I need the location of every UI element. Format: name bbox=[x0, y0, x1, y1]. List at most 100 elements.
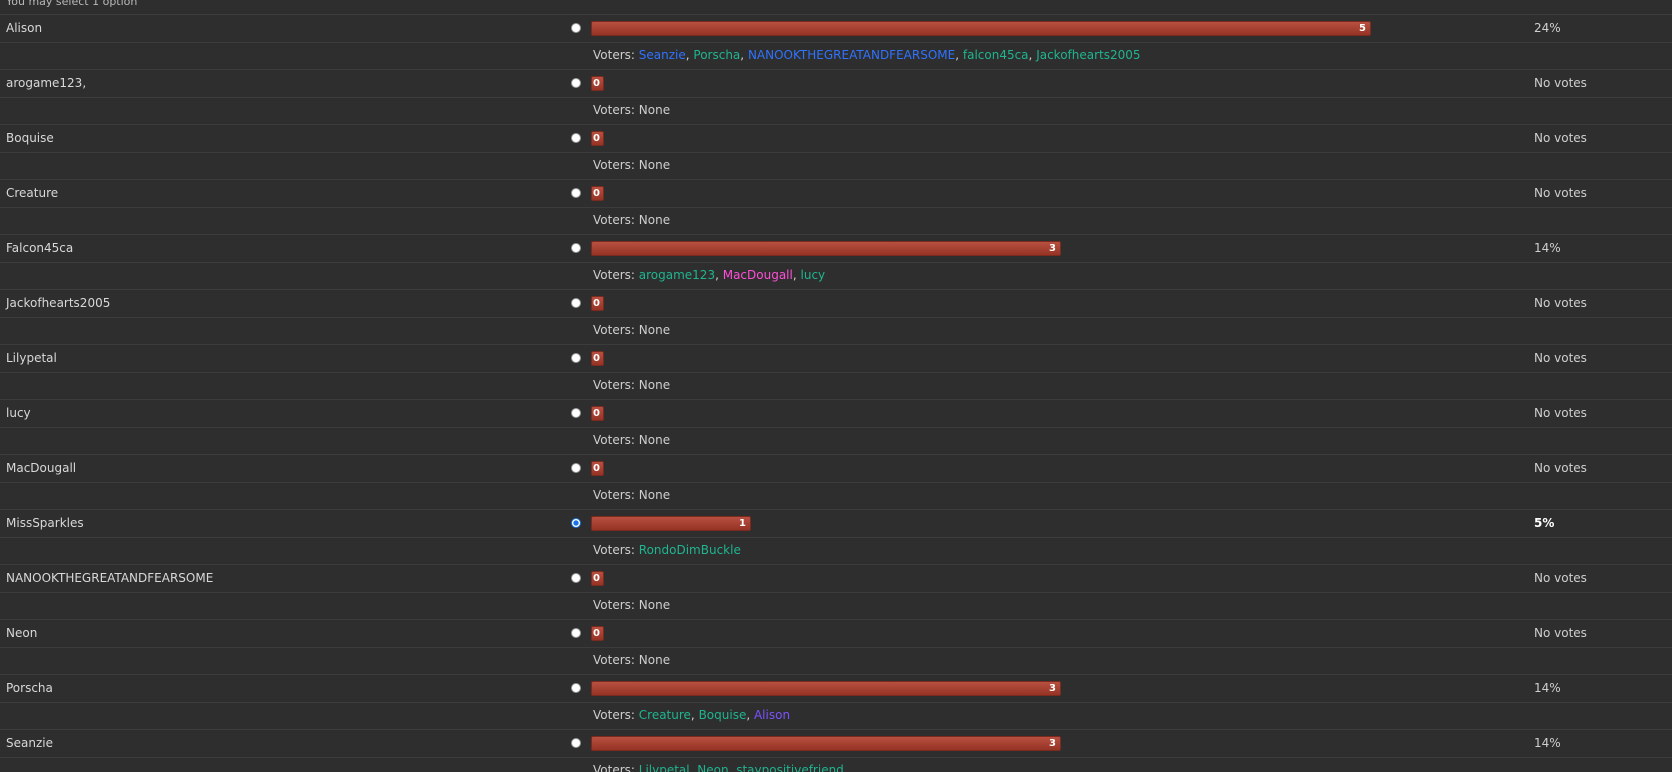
vote-percent: 14% bbox=[1534, 241, 1561, 255]
voter-link[interactable]: arogame123 bbox=[639, 268, 715, 282]
voters-list: Voters: None bbox=[593, 653, 670, 668]
voter-separator: , bbox=[715, 268, 723, 282]
voter-separator: , bbox=[792, 268, 801, 282]
vote-percent: No votes bbox=[1534, 76, 1587, 90]
voters-list: Voters: None bbox=[593, 103, 670, 118]
option-radio[interactable] bbox=[571, 78, 581, 88]
voter-link[interactable]: Lilypetal bbox=[639, 763, 690, 772]
vote-count: 3 bbox=[1049, 243, 1056, 254]
voter-separator: , bbox=[690, 708, 699, 722]
vote-bar: 0 bbox=[591, 626, 604, 641]
voters-list: Voters: None bbox=[593, 323, 670, 338]
vote-bar: 0 bbox=[591, 76, 604, 91]
voter-link[interactable]: Alison bbox=[754, 708, 790, 722]
voters-label: Voters: bbox=[593, 488, 635, 502]
voters-none: None bbox=[638, 653, 671, 667]
option-radio[interactable] bbox=[571, 188, 581, 198]
voter-link[interactable]: Creature bbox=[639, 708, 691, 722]
voter-separator: , bbox=[955, 48, 963, 62]
option-radio[interactable] bbox=[571, 408, 581, 418]
voter-link[interactable]: falcon45ca bbox=[963, 48, 1029, 62]
voters-row: Voters: Lilypetal, Neon, staypositivefri… bbox=[0, 757, 1672, 772]
option-name: Alison bbox=[6, 21, 43, 35]
vote-count: 1 bbox=[739, 518, 746, 529]
vote-bar: 0 bbox=[591, 296, 604, 311]
option-radio[interactable] bbox=[571, 353, 581, 363]
voters-row: Voters: arogame123, MacDougall, lucy bbox=[0, 262, 1672, 290]
option-radio[interactable] bbox=[571, 243, 581, 253]
voter-link[interactable]: lucy bbox=[801, 268, 826, 282]
voters-list: Voters: None bbox=[593, 158, 670, 173]
voter-link[interactable]: staypositivefriend bbox=[736, 763, 844, 772]
voters-row: Voters: None bbox=[0, 647, 1672, 675]
option-radio[interactable] bbox=[571, 683, 581, 693]
option-radio[interactable] bbox=[571, 133, 581, 143]
poll-results: You may select 1 option Alison 5 24% Voters… bbox=[0, 0, 1672, 772]
vote-percent: No votes bbox=[1534, 186, 1587, 200]
vote-percent: No votes bbox=[1534, 351, 1587, 365]
option-name: Porscha bbox=[6, 681, 53, 695]
voters-list: Voters: arogame123, MacDougall, lucy bbox=[593, 268, 825, 283]
voters-label: Voters: bbox=[593, 48, 635, 62]
vote-count: 0 bbox=[593, 133, 600, 144]
option-name: MacDougall bbox=[6, 461, 77, 475]
vote-bar: 0 bbox=[591, 571, 604, 586]
vote-bar: 5 bbox=[591, 21, 1371, 36]
option-name: Boquise bbox=[6, 131, 54, 145]
voters-label: Voters: bbox=[593, 433, 635, 447]
poll-option-row: Creature 0 No votes Voters: None bbox=[0, 179, 1672, 234]
option-radio[interactable] bbox=[571, 518, 581, 528]
option-radio[interactable] bbox=[571, 738, 581, 748]
vote-count: 3 bbox=[1049, 738, 1056, 749]
option-radio[interactable] bbox=[571, 628, 581, 638]
voters-none: None bbox=[638, 433, 671, 447]
voters-none: None bbox=[638, 598, 671, 612]
poll-option-row: MissSparkles 1 5% Voters: RondoDimBuckle bbox=[0, 509, 1672, 564]
voters-row: Voters: RondoDimBuckle bbox=[0, 537, 1672, 565]
poll-option-row: Seanzie 3 14% Voters: Lilypetal, Neon, stay… bbox=[0, 729, 1672, 772]
voters-label: Voters: bbox=[593, 268, 635, 282]
vote-count: 0 bbox=[593, 408, 600, 419]
voters-label: Voters: bbox=[593, 708, 635, 722]
option-name: Jackofhearts2005 bbox=[6, 296, 111, 310]
vote-percent: 5% bbox=[1534, 516, 1555, 530]
voter-link[interactable]: Porscha bbox=[693, 48, 740, 62]
voters-none: None bbox=[638, 158, 671, 172]
vote-bar: 3 bbox=[591, 241, 1061, 256]
option-radio[interactable] bbox=[571, 573, 581, 583]
voter-link[interactable]: Jackofhearts2005 bbox=[1036, 48, 1140, 62]
voters-label: Voters: bbox=[593, 543, 635, 557]
vote-count: 0 bbox=[593, 573, 600, 584]
voter-link[interactable]: RondoDimBuckle bbox=[639, 543, 741, 557]
voters-none: None bbox=[638, 213, 671, 227]
option-radio[interactable] bbox=[571, 298, 581, 308]
voters-row: Voters: None bbox=[0, 592, 1672, 620]
voters-none: None bbox=[638, 488, 671, 502]
vote-bar: 3 bbox=[591, 736, 1061, 751]
voter-link[interactable]: Seanzie bbox=[639, 48, 686, 62]
voters-row: Voters: None bbox=[0, 97, 1672, 125]
voters-row: Voters: None bbox=[0, 372, 1672, 400]
option-name: Neon bbox=[6, 626, 38, 640]
option-radio[interactable] bbox=[571, 23, 581, 33]
voters-list: Voters: Lilypetal, Neon, staypositivefri… bbox=[593, 763, 844, 772]
vote-count: 0 bbox=[593, 463, 600, 474]
option-name: Falcon45ca bbox=[6, 241, 74, 255]
vote-percent: No votes bbox=[1534, 461, 1587, 475]
voter-link[interactable]: Neon bbox=[697, 763, 728, 772]
vote-count: 5 bbox=[1359, 23, 1366, 34]
voters-none: None bbox=[638, 323, 671, 337]
option-radio[interactable] bbox=[571, 463, 581, 473]
vote-count: 0 bbox=[593, 353, 600, 364]
voter-separator: , bbox=[746, 708, 754, 722]
voter-link[interactable]: NANOOKTHEGREATANDFEARSOME bbox=[748, 48, 955, 62]
voters-label: Voters: bbox=[593, 323, 635, 337]
vote-percent: No votes bbox=[1534, 131, 1587, 145]
option-name: lucy bbox=[6, 406, 31, 420]
option-name: Creature bbox=[6, 186, 59, 200]
poll-option-row: Jackofhearts2005 0 No votes Voters: None bbox=[0, 289, 1672, 344]
poll-option-row: NANOOKTHEGREATANDFEARSOME 0 No votes Voters… bbox=[0, 564, 1672, 619]
voter-link[interactable]: MacDougall bbox=[723, 268, 793, 282]
poll-option-row: MacDougall 0 No votes Voters: None bbox=[0, 454, 1672, 509]
voter-link[interactable]: Boquise bbox=[699, 708, 747, 722]
